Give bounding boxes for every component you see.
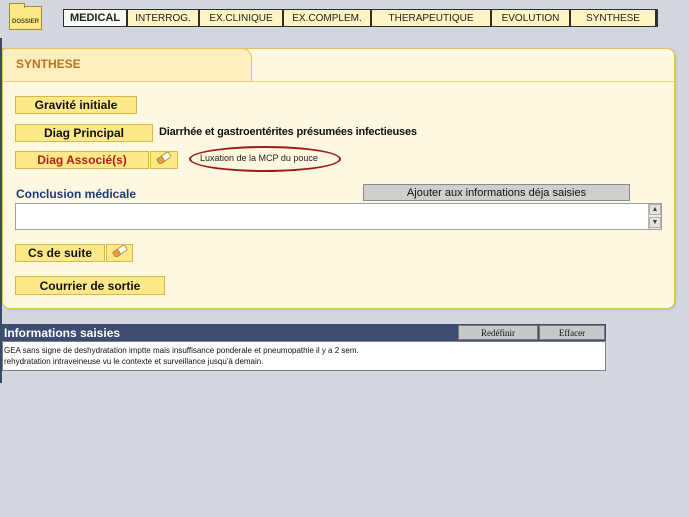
conclusion-textarea[interactable] [15, 203, 662, 230]
cs-de-suite-eraser-button[interactable] [106, 244, 133, 262]
synthese-panel [2, 48, 675, 309]
tab-ex-complem[interactable]: EX.COMPLEM. [284, 10, 370, 26]
gravite-initiale-button[interactable]: Gravité initiale [15, 96, 137, 114]
conclusion-label: Conclusion médicale [16, 187, 137, 201]
tab-synthese[interactable]: SYNTHESE [571, 10, 655, 26]
cs-de-suite-button[interactable]: Cs de suite [15, 244, 105, 262]
diag-principal-button[interactable]: Diag Principal [15, 124, 153, 142]
dossier-folder-button[interactable]: DOSSIER [9, 3, 42, 30]
scroll-down-icon[interactable]: ▼ [649, 217, 661, 228]
informations-title: Informations saisies [4, 326, 121, 340]
tab-evolution[interactable]: EVOLUTION [492, 10, 569, 26]
effacer-button[interactable]: Effacer [539, 325, 605, 340]
diag-associe-value: Luxation de la MCP du pouce [200, 153, 318, 163]
panel-header-divider [3, 81, 674, 82]
diag-associe-eraser-button[interactable] [150, 151, 178, 169]
ajouter-informations-button[interactable]: Ajouter aux informations déja saisies [363, 184, 630, 201]
info-line: rehydratation intraveineuse vu le contex… [4, 357, 264, 366]
tab-therapeutique[interactable]: THERAPEUTIQUE [372, 10, 490, 26]
diag-associe-button[interactable]: Diag Associé(s) [15, 151, 149, 169]
eraser-icon [155, 151, 173, 169]
main-tabs: MEDICAL INTERROG. EX.CLINIQUE EX.COMPLEM… [63, 9, 658, 27]
tab-medical[interactable]: MEDICAL [64, 10, 126, 26]
redefinir-button[interactable]: Redéfinir [458, 325, 538, 340]
tab-ex-clinique[interactable]: EX.CLINIQUE [200, 10, 282, 26]
scroll-up-icon[interactable]: ▲ [649, 204, 661, 215]
diag-principal-value: Diarrhée et gastroentérites présumées in… [159, 126, 417, 138]
tab-interrog[interactable]: INTERROG. [128, 10, 198, 26]
panel-title: SYNTHESE [16, 57, 81, 71]
dossier-label: DOSSIER [11, 19, 39, 25]
info-line: GEA sans signe de deshydratation imptte … [4, 346, 359, 355]
courrier-de-sortie-button[interactable]: Courrier de sortie [15, 276, 165, 295]
eraser-icon [111, 244, 129, 262]
conclusion-scrollbar[interactable]: ▲ ▼ [648, 204, 661, 229]
